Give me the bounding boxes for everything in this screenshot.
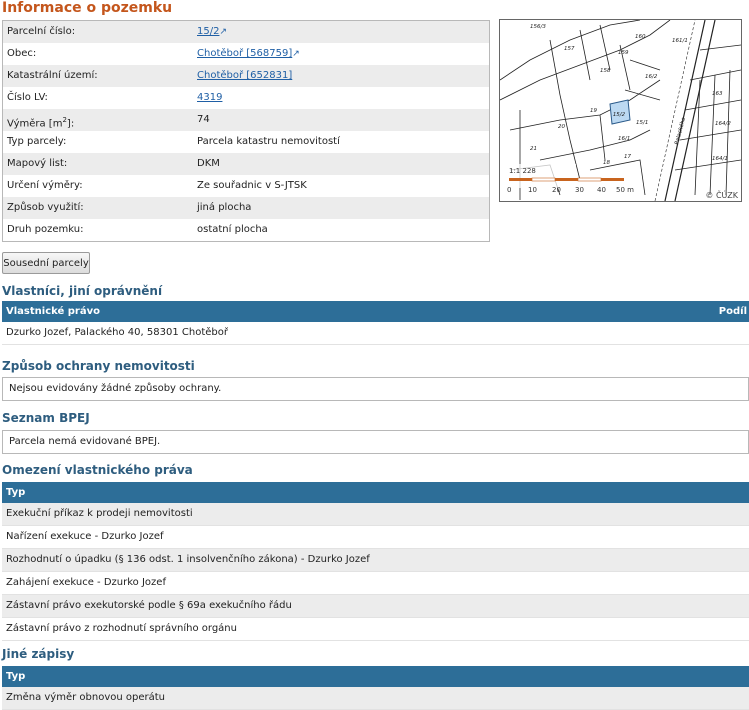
owners-table: Vlastnické právo Podíl Dzurko Jozef, Pal… — [2, 301, 749, 345]
map-parcel-label: 17 — [624, 154, 631, 160]
info-label: Určení výměry: — [7, 180, 83, 191]
info-label: Parcelní číslo: — [7, 26, 76, 37]
bpej-section-title: Seznam BPEJ — [2, 411, 90, 425]
table-row: Změna výměr obnovou operátu — [2, 687, 749, 710]
info-value: Parcela katastru nemovitostí — [197, 136, 340, 147]
map-parcel-label: 156/3 — [530, 24, 546, 30]
map-parcel-label: 15/2 — [613, 112, 626, 118]
info-label: Způsob využití: — [7, 202, 84, 213]
map-parcel-label: 16/1 — [618, 136, 630, 142]
bpej-text: Parcela nemá evidované BPEJ. — [9, 436, 161, 447]
cadastral-map-svg: 15/2 15/1 16/1 16/2 17 18 19 20 21 156/3… — [500, 20, 741, 201]
info-value: ostatní plocha — [197, 224, 268, 235]
scalebar-label: 40 — [597, 186, 606, 194]
info-value: DKM — [197, 158, 220, 169]
external-link-icon[interactable]: ↗ — [292, 49, 300, 59]
scalebar-label: 30 — [575, 186, 584, 194]
page-title: Informace o pozemku — [2, 0, 173, 16]
info-row-cadastral-area: Katastrální území: Chotěboř [652831] — [3, 65, 489, 87]
info-value: Ze souřadnic v S-JTSK — [197, 180, 307, 191]
parcel-number-link[interactable]: 15/2 — [197, 26, 219, 37]
info-row-area-determination: Určení výměry: Ze souřadnic v S-JTSK — [3, 175, 489, 197]
map-parcel-label: 19 — [590, 108, 597, 114]
info-label: Obec: — [7, 48, 37, 59]
info-label: Typ parcely: — [7, 136, 67, 147]
table-row: Rozhodnutí o úpadku (§ 136 odst. 1 insol… — [2, 549, 749, 572]
share-column-header: Podíl — [718, 306, 747, 317]
map-parcel-label: 15/1 — [636, 120, 648, 126]
map-parcel-label: 161/1 — [672, 38, 688, 44]
info-row-parcel-number: Parcelní číslo: 15/2↗ — [3, 21, 489, 43]
protection-box: Nejsou evidovány žádné způsoby ochrany. — [2, 377, 749, 401]
info-value: jiná plocha — [197, 202, 252, 213]
other-records-table: Typ Změna výměr obnovou operátu — [2, 666, 749, 710]
map-street-label: Palackého — [673, 116, 687, 145]
map-parcel-label: 159 — [618, 50, 629, 56]
map-scalebar — [509, 177, 624, 182]
table-row: Exekuční příkaz k prodeji nemovitosti — [2, 503, 749, 526]
type-column-header: Typ — [6, 487, 26, 498]
table-row: Zástavní právo exekutorské podle § 69a e… — [2, 595, 749, 618]
cadastral-map-thumbnail[interactable]: 15/2 15/1 16/1 16/2 17 18 19 20 21 156/3… — [499, 19, 742, 202]
map-parcel-label: 164/2 — [715, 121, 731, 127]
info-row-parcel-type: Typ parcely: Parcela katastru nemovitost… — [3, 131, 489, 153]
scalebar-label: 50 m — [616, 186, 634, 194]
info-row-map-sheet: Mapový list: DKM — [3, 153, 489, 175]
cadastral-area-link[interactable]: Chotěboř [652831] — [197, 70, 292, 81]
info-row-area: Výměra [m2]: 74 — [3, 109, 489, 131]
restrictions-section-title: Omezení vlastnického práva — [2, 463, 193, 477]
protection-section-title: Způsob ochrany nemovitosti — [2, 359, 195, 373]
scalebar-label: 20 — [552, 186, 561, 194]
lv-number-link[interactable]: 4319 — [197, 92, 222, 103]
table-row: Zahájení exekuce - Dzurko Jozef — [2, 572, 749, 595]
map-parcel-label: 158 — [600, 68, 611, 74]
bpej-box: Parcela nemá evidované BPEJ. — [2, 430, 749, 454]
protection-text: Nejsou evidovány žádné způsoby ochrany. — [9, 383, 222, 394]
map-parcel-label: 163 — [712, 91, 723, 97]
info-row-municipality: Obec: Chotěboř [568759]↗ — [3, 43, 489, 65]
map-parcel-label: 18 — [603, 160, 610, 166]
municipality-link[interactable]: Chotěboř [568759] — [197, 48, 292, 59]
info-value: 74 — [197, 114, 210, 125]
map-copyright: © ČÚZK — [705, 189, 738, 200]
map-parcel-label: 21 — [530, 146, 537, 152]
restrictions-table: Typ Exekuční příkaz k prodeji nemovitost… — [2, 482, 749, 641]
info-row-land-type: Druh pozemku: ostatní plocha — [3, 219, 489, 241]
map-parcel-label: 20 — [558, 124, 565, 130]
map-parcel-label: 164/1 — [712, 156, 728, 162]
info-label: Číslo LV: — [7, 92, 48, 103]
scalebar-label: 0 — [507, 186, 511, 194]
table-row: Dzurko Jozef, Palackého 40, 58301 Chotěb… — [2, 322, 749, 345]
map-parcel-label: 157 — [564, 46, 575, 52]
map-parcel-label: 16/2 — [645, 74, 658, 80]
other-records-table-header: Typ — [2, 666, 749, 687]
scalebar-label: 10 — [528, 186, 537, 194]
map-scale-text: 1:1 228 — [509, 167, 536, 175]
info-label: Mapový list: — [7, 158, 68, 169]
restrictions-table-header: Typ — [2, 482, 749, 503]
info-label: Druh pozemku: — [7, 224, 84, 235]
owners-table-header: Vlastnické právo Podíl — [2, 301, 749, 322]
type-column-header: Typ — [6, 671, 26, 682]
owners-section-title: Vlastníci, jiní oprávnění — [2, 284, 163, 298]
other-records-section-title: Jiné zápisy — [2, 647, 75, 661]
map-parcel-label: 160 — [635, 34, 646, 40]
neighboring-parcels-button[interactable]: Sousední parcely — [2, 252, 90, 274]
parcel-info-table: Parcelní číslo: 15/2↗ Obec: Chotěboř [56… — [2, 20, 490, 242]
table-row: Zástavní právo z rozhodnutí správního or… — [2, 618, 749, 641]
info-row-lv-number: Číslo LV: 4319 — [3, 87, 489, 109]
table-row: Nařízení exekuce - Dzurko Jozef — [2, 526, 749, 549]
external-link-icon[interactable]: ↗ — [219, 27, 227, 37]
ownership-column-header: Vlastnické právo — [6, 306, 100, 317]
info-label: Katastrální území: — [7, 70, 98, 81]
info-row-usage: Způsob využití: jiná plocha — [3, 197, 489, 219]
